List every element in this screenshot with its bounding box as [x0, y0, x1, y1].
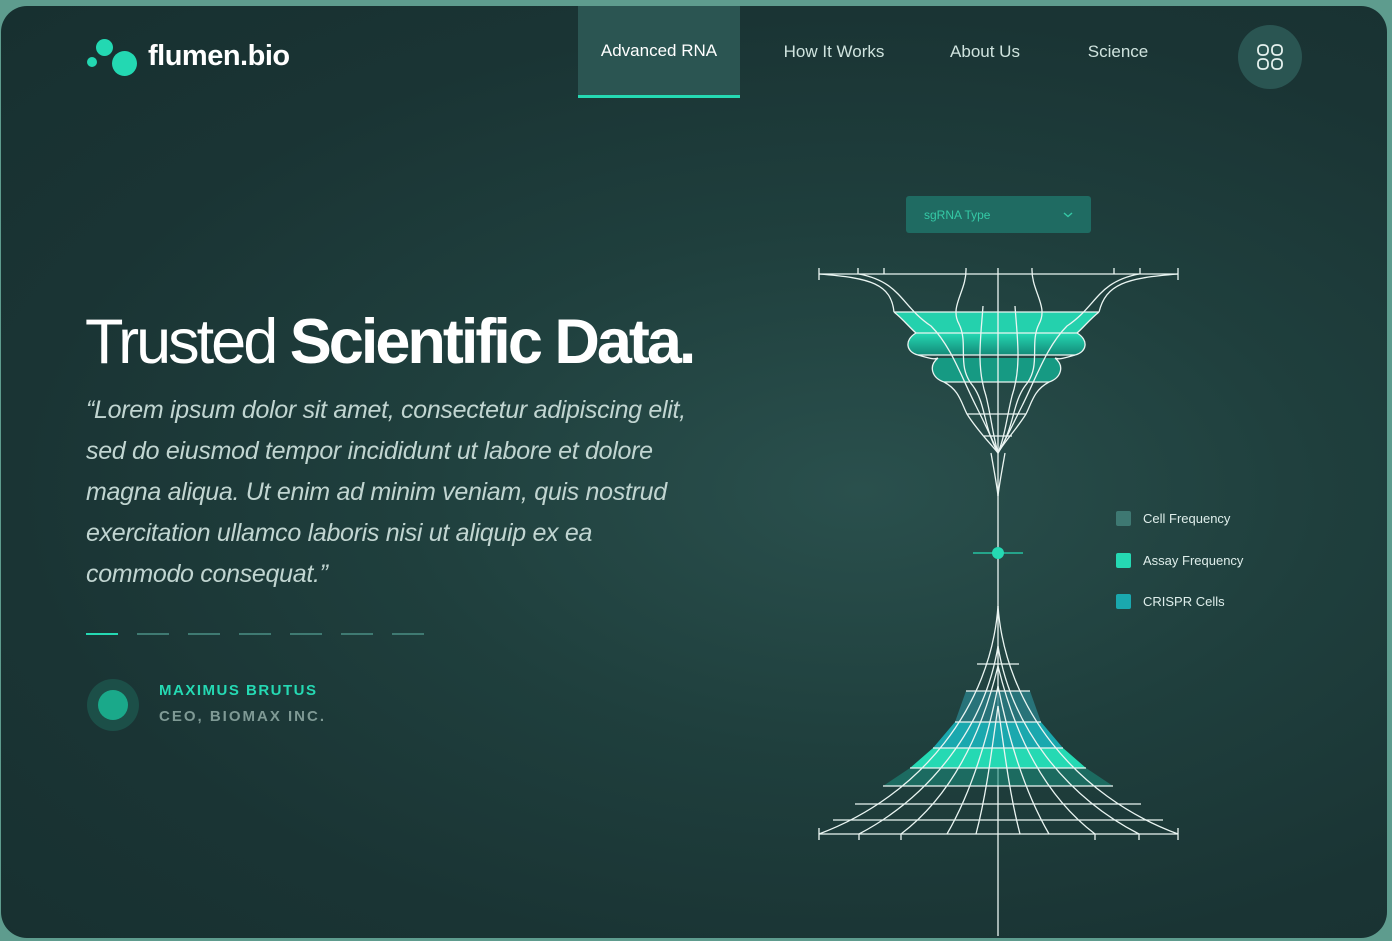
top-bands: [894, 312, 1099, 382]
hourglass-chart: [818, 267, 1179, 936]
legend-label: Cell Frequency: [1143, 511, 1231, 526]
legend-swatch: [1116, 511, 1131, 526]
legend-swatch: [1116, 553, 1131, 568]
center-marker: [973, 547, 1023, 559]
page-frame: flumen.bio Advanced RNA How It Works Abo…: [1, 6, 1387, 938]
legend-swatch: [1116, 594, 1131, 609]
legend-label: Assay Frequency: [1143, 553, 1244, 568]
legend-label: CRISPR Cells: [1143, 594, 1225, 609]
